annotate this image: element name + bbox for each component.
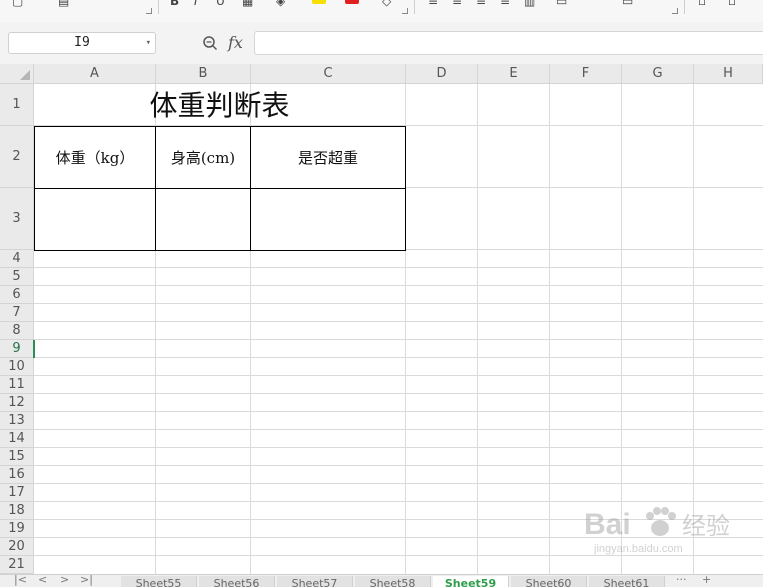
name-box[interactable]: I9 ▾ (8, 32, 156, 54)
percent-icon[interactable]: ▫ (728, 0, 736, 8)
first-sheet-icon[interactable]: |< (14, 575, 27, 585)
more-sheets-button[interactable]: ··· (676, 575, 687, 585)
row-header-18[interactable]: 18 (0, 502, 34, 520)
watermark-brand: Bai (584, 508, 631, 541)
active-row-marker (33, 340, 35, 358)
underline-icon[interactable]: U (216, 0, 225, 8)
column-header-g[interactable]: G (622, 64, 694, 84)
zoom-icon[interactable] (202, 35, 218, 51)
tab-sheet55[interactable]: Sheet55 (121, 576, 197, 587)
column-header-d[interactable]: D (406, 64, 478, 84)
border-icon[interactable]: ▦ (242, 0, 253, 8)
row-header-20[interactable]: 20 (0, 538, 34, 556)
prev-sheet-icon[interactable]: < (38, 575, 47, 585)
align-left-icon[interactable]: ≡ (428, 0, 438, 8)
formula-bar: I9 ▾ fx (0, 22, 763, 64)
row-header-6[interactable]: 6 (0, 286, 34, 304)
row-header-8[interactable]: 8 (0, 322, 34, 340)
column-header-c[interactable]: C (251, 64, 406, 84)
header-overweight[interactable]: 是否超重 (250, 126, 406, 189)
italic-icon[interactable]: I (194, 0, 198, 8)
cell-reference: I9 (74, 35, 90, 50)
distributed-align-icon[interactable]: ▥ (524, 0, 535, 8)
divider (684, 0, 685, 14)
baidu-watermark: Bai 经验 jingyan.baidu.com (584, 507, 730, 555)
row-header-11[interactable]: 11 (0, 376, 34, 394)
font-group-expand-icon[interactable] (146, 8, 152, 14)
column-header-h[interactable]: H (694, 64, 763, 84)
row-header-9[interactable]: 9 (0, 340, 34, 358)
justify-icon[interactable]: ≡ (500, 0, 510, 8)
next-sheet-icon[interactable]: > (60, 575, 69, 585)
watermark-url: jingyan.baidu.com (593, 543, 683, 555)
cell-b3[interactable] (155, 188, 251, 251)
row-header-2[interactable]: 2 (0, 126, 34, 188)
formula-input[interactable] (254, 31, 763, 55)
tab-sheet61[interactable]: Sheet61 (589, 576, 665, 587)
tab-sheet58[interactable]: Sheet58 (355, 576, 431, 587)
row-header-16[interactable]: 16 (0, 466, 34, 484)
table-title[interactable]: 体重判断表 (34, 84, 405, 126)
row-header-4[interactable]: 4 (0, 250, 34, 268)
paw-icon (646, 507, 676, 536)
row-header-15[interactable]: 15 (0, 448, 34, 466)
column-header-f[interactable]: F (550, 64, 622, 84)
wrap-text-icon[interactable]: ▭ (622, 0, 633, 8)
last-sheet-icon[interactable]: >| (80, 575, 93, 585)
fx-icon[interactable]: fx (228, 33, 243, 52)
row-header-19[interactable]: 19 (0, 520, 34, 538)
tab-sheet57[interactable]: Sheet57 (277, 576, 353, 587)
column-header-b[interactable]: B (156, 64, 251, 84)
select-all-icon (20, 70, 30, 80)
column-header-e[interactable]: E (478, 64, 550, 84)
add-sheet-button[interactable]: + (702, 575, 711, 585)
tab-sheet59[interactable]: Sheet59 (433, 576, 509, 587)
divider (414, 0, 415, 14)
row-header-17[interactable]: 17 (0, 484, 34, 502)
tab-sheet60[interactable]: Sheet60 (511, 576, 587, 587)
tab-sheet56[interactable]: Sheet56 (199, 576, 275, 587)
number-format-icon[interactable]: ▫ (698, 0, 706, 8)
row-header-5[interactable]: 5 (0, 268, 34, 286)
cell-c3[interactable] (250, 188, 406, 251)
row-header-13[interactable]: 13 (0, 412, 34, 430)
select-all-corner[interactable] (0, 64, 34, 84)
row-header-10[interactable]: 10 (0, 358, 34, 376)
format-painter-icon[interactable]: ▤ (58, 0, 69, 8)
ribbon-toolbar: ▢ ▤ B I U ▦ ◈ ◇ ≡ ≡ ≡ ≡ ▥ ▭ ▭ ▫ ▫ (0, 0, 763, 22)
sheet-tabs-bar: |< < > >| Sheet55 Sheet56 Sheet57 Sheet5… (0, 574, 763, 587)
row-header-3[interactable]: 3 (0, 188, 34, 250)
row-header-1[interactable]: 1 (0, 84, 34, 126)
style-group-expand-icon[interactable] (402, 8, 408, 14)
clear-format-icon[interactable]: ◇ (382, 0, 391, 8)
row-header-21[interactable]: 21 (0, 556, 34, 574)
cell-a3[interactable] (34, 188, 156, 251)
align-right-icon[interactable]: ≡ (476, 0, 486, 8)
bold-icon[interactable]: B (170, 0, 179, 8)
row-header-14[interactable]: 14 (0, 430, 34, 448)
row-header-12[interactable]: 12 (0, 394, 34, 412)
paste-icon[interactable]: ▢ (12, 0, 23, 8)
watermark-brand-cn: 经验 (682, 512, 730, 540)
header-height[interactable]: 身高(cm) (155, 126, 251, 189)
highlight-color-swatch[interactable] (312, 0, 326, 4)
row-header-7[interactable]: 7 (0, 304, 34, 322)
align-group-expand-icon[interactable] (672, 8, 678, 14)
font-color-swatch[interactable] (345, 0, 359, 4)
merge-center-icon[interactable]: ▭ (556, 0, 567, 8)
divider (158, 0, 159, 14)
align-center-icon[interactable]: ≡ (452, 0, 462, 8)
header-weight[interactable]: 体重（kg） (34, 126, 156, 189)
fill-color-icon[interactable]: ◈ (276, 0, 285, 8)
chevron-down-icon[interactable]: ▾ (146, 33, 151, 53)
column-header-a[interactable]: A (34, 64, 156, 84)
